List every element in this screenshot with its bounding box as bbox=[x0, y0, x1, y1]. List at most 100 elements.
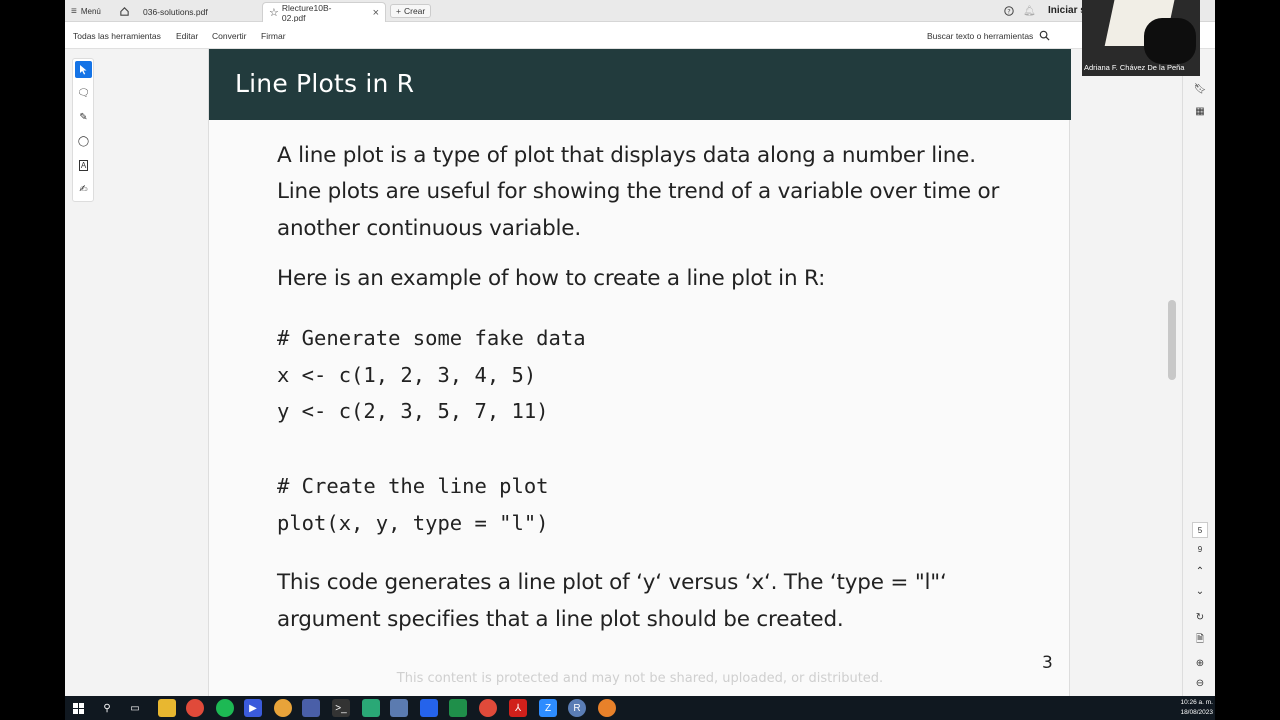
zoom-button[interactable]: Z bbox=[539, 699, 557, 717]
notifications-button[interactable]: 🔔︎ bbox=[1023, 0, 1036, 22]
thumbnails-button[interactable]: ▦ bbox=[1193, 104, 1207, 118]
create-button[interactable]: + Crear bbox=[390, 4, 432, 18]
sign-button[interactable]: Firmar bbox=[261, 22, 286, 49]
bell-icon: 🔔︎ bbox=[1023, 5, 1036, 17]
pdf-page: Line Plots in R A line plot is a type of… bbox=[208, 49, 1071, 696]
slide-header: Line Plots in R bbox=[209, 49, 1071, 120]
app-button[interactable] bbox=[302, 699, 320, 717]
chrome-button[interactable] bbox=[186, 699, 204, 717]
webcam-participant-name: Adriana F. Chávez De la Peña bbox=[1084, 63, 1185, 72]
paragraph-line: Here is an example of how to create a li… bbox=[277, 266, 826, 291]
app-button[interactable] bbox=[420, 699, 438, 717]
page-total: 9 bbox=[1197, 544, 1203, 554]
play-icon: ▶ bbox=[249, 702, 257, 714]
search-tools-button[interactable]: Buscar texto o herramientas bbox=[927, 22, 1050, 49]
zoom-app-icon: Z bbox=[544, 702, 552, 714]
tab-rlecture[interactable]: ☆ Rlecture10B-02.pdf × bbox=[262, 2, 386, 23]
signature-icon: ✍︎ bbox=[79, 184, 88, 195]
code-line: # Create the line plot bbox=[277, 474, 549, 498]
chevron-up-icon: ⌃ bbox=[1195, 565, 1205, 577]
signin-button[interactable]: Iniciar s bbox=[1048, 5, 1086, 16]
paragraph-line: another continuous variable. bbox=[277, 216, 581, 241]
prev-page-button[interactable]: ⌃ bbox=[1193, 564, 1207, 578]
media-player-button[interactable]: ▶ bbox=[244, 699, 262, 717]
tab-bar: ≡ Menú 036-solutions.pdf ☆ Rlecture10B-0… bbox=[65, 0, 1215, 23]
start-button[interactable] bbox=[69, 699, 87, 717]
spotify-button[interactable] bbox=[216, 699, 234, 717]
page-number: 3 bbox=[1042, 653, 1053, 673]
help-button[interactable]: ? bbox=[1004, 0, 1014, 22]
search-icon: ⚲ bbox=[103, 702, 111, 714]
r-icon: R bbox=[573, 702, 581, 714]
acrobat-icon: ⅄ bbox=[514, 702, 522, 714]
page-fit-icon: 🗎︎ bbox=[1195, 633, 1205, 645]
chrome-button[interactable] bbox=[479, 699, 497, 717]
clock-date: 18/08/2023 bbox=[1180, 709, 1213, 716]
toolbar: Todas las herramientas Editar Convertir … bbox=[65, 22, 1215, 49]
svg-text:?: ? bbox=[1007, 8, 1010, 16]
cursor-icon bbox=[80, 65, 87, 75]
text-tool[interactable]: A bbox=[75, 157, 92, 174]
webcam-overlay: Adriana F. Chávez De la Peña bbox=[1082, 0, 1200, 76]
quick-tools-panel: 🗨︎ ✎ ◯ A ✍︎ bbox=[72, 58, 94, 202]
clock-time: 10:26 a. m. bbox=[1180, 699, 1213, 706]
zoom-in-button[interactable]: ⊕ bbox=[1193, 656, 1207, 670]
edit-button[interactable]: Editar bbox=[176, 22, 198, 49]
create-label: Crear bbox=[403, 6, 426, 16]
menu-label: Menú bbox=[80, 6, 101, 16]
all-tools-button[interactable]: Todas las herramientas bbox=[73, 22, 161, 49]
paragraph-line: argument specifies that a line plot shou… bbox=[277, 607, 844, 632]
search-icon bbox=[1040, 30, 1050, 41]
app-button[interactable] bbox=[390, 699, 408, 717]
menu-button[interactable]: ≡ Menú bbox=[71, 0, 101, 22]
tab-label: Rlecture10B-02.pdf bbox=[281, 2, 332, 23]
zoom-out-icon: ⊖ bbox=[1195, 677, 1205, 689]
scrollbar-thumb[interactable] bbox=[1168, 300, 1176, 380]
r-button[interactable]: R bbox=[568, 699, 586, 717]
convert-button[interactable]: Convertir bbox=[212, 22, 246, 49]
acrobat-button[interactable]: ⅄ bbox=[509, 699, 527, 717]
slide-title: Line Plots in R bbox=[235, 69, 415, 98]
bookmark-button[interactable]: 🔖︎ bbox=[1193, 82, 1207, 96]
zoom-out-button[interactable]: ⊖ bbox=[1193, 676, 1207, 690]
lasso-icon: ◯ bbox=[77, 136, 90, 147]
code-line: x <- c(1, 2, 3, 4, 5) bbox=[277, 363, 537, 387]
bookmark-icon: 🔖︎ bbox=[1193, 83, 1207, 95]
file-explorer-button[interactable] bbox=[158, 699, 176, 717]
terminal-button[interactable]: >_ bbox=[332, 699, 350, 717]
page-number-input[interactable]: 5 bbox=[1192, 522, 1208, 538]
terminal-icon: >_ bbox=[335, 702, 347, 714]
paragraph-line: Line plots are useful for showing the tr… bbox=[277, 179, 1000, 204]
webcam-video-shape bbox=[1144, 18, 1196, 64]
code-line: y <- c(2, 3, 5, 7, 11) bbox=[277, 399, 549, 423]
lasso-tool[interactable]: ◯ bbox=[75, 133, 92, 150]
fit-page-button[interactable]: 🗎︎ bbox=[1193, 633, 1207, 647]
help-icon: ? bbox=[1004, 6, 1014, 16]
code-line: plot(x, y, type = "l") bbox=[277, 511, 549, 535]
next-page-button[interactable]: ⌄ bbox=[1193, 584, 1207, 598]
chevron-down-icon: ⌄ bbox=[1195, 585, 1205, 597]
chrome-canary-button[interactable] bbox=[274, 699, 292, 717]
zoom-in-icon: ⊕ bbox=[1195, 657, 1205, 669]
close-tab-icon[interactable]: × bbox=[373, 7, 379, 19]
app-button[interactable] bbox=[449, 699, 467, 717]
system-clock[interactable]: 10:26 a. m. 18/08/2023 bbox=[1180, 698, 1213, 718]
home-button[interactable] bbox=[119, 0, 130, 22]
task-view-button[interactable]: ▭ bbox=[126, 699, 144, 717]
star-icon: ☆ bbox=[269, 7, 279, 19]
comment-tool[interactable]: 🗨︎ bbox=[75, 85, 92, 102]
tab-036-solutions[interactable]: 036-solutions.pdf bbox=[137, 2, 214, 22]
right-panel: 🔖︎ ▦ 5 9 ⌃ ⌄ ↻ 🗎︎ ⊕ ⊖ bbox=[1182, 76, 1215, 696]
app-button[interactable] bbox=[362, 699, 380, 717]
plus-icon: + bbox=[396, 6, 401, 16]
draw-tool[interactable]: ✎ bbox=[75, 109, 92, 126]
hamburger-icon: ≡ bbox=[71, 5, 77, 17]
search-taskbar-button[interactable]: ⚲ bbox=[98, 699, 116, 717]
rotate-button[interactable]: ↻ bbox=[1193, 610, 1207, 624]
search-tools-label: Buscar texto o herramientas bbox=[927, 30, 1034, 41]
windows-icon bbox=[72, 702, 84, 714]
fill-sign-tool[interactable]: ✍︎ bbox=[75, 181, 92, 198]
app-button[interactable] bbox=[598, 699, 616, 717]
select-tool[interactable] bbox=[75, 61, 92, 78]
watermark-text: This content is protected and may not be… bbox=[396, 671, 884, 686]
